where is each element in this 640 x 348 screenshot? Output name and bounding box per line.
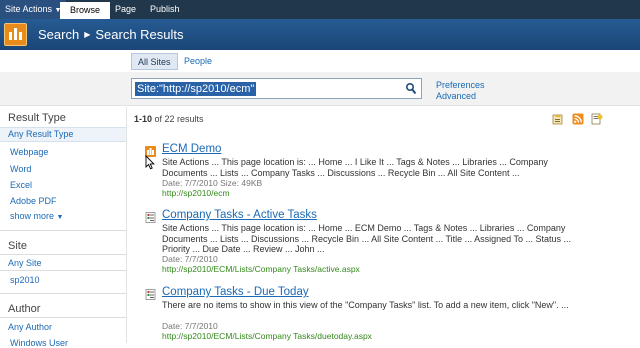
chevron-right-icon: ▶: [84, 30, 91, 39]
result-description: Site Actions ... This page location is: …: [162, 157, 548, 178]
result-meta: Date: 7/7/2010 Size: 49KB: [162, 178, 263, 188]
scope-people[interactable]: People: [178, 53, 218, 70]
show-more-link[interactable]: show more ▼: [10, 211, 63, 221]
results-count: 1-10 of 22 results: [134, 114, 204, 124]
divider: [0, 254, 126, 255]
refiner-heading-site: Site: [8, 240, 27, 252]
result-meta: Date: 7/7/2010: [162, 321, 218, 331]
ribbon-bar: Site Actions ▼ Browse Page Publish: [0, 0, 640, 19]
result-title-link[interactable]: Company Tasks - Due Today: [162, 286, 309, 298]
tab-page[interactable]: Page: [107, 0, 144, 19]
refiner-webpage[interactable]: Webpage: [10, 147, 48, 157]
search-result-3: Company Tasks - Due Today There are no i…: [145, 286, 585, 341]
refiner-windows-user[interactable]: Windows User: [10, 338, 68, 348]
search-scopes: All Sites People: [0, 50, 640, 72]
rss-icon[interactable]: [572, 113, 584, 125]
list-item-icon: [145, 289, 156, 300]
refinement-panel: Result Type Any Result Type Webpage Word…: [0, 107, 127, 348]
page-title: Search Results: [95, 27, 184, 42]
search-input[interactable]: Site:"http://sp2010/ecm": [131, 78, 422, 99]
refiner-any-author[interactable]: Any Author: [8, 322, 52, 332]
search-result-2: Company Tasks - Active Tasks Site Action…: [145, 209, 585, 275]
breadcrumb-search[interactable]: Search: [38, 27, 79, 42]
tab-browse[interactable]: Browse: [60, 2, 111, 19]
divider: [0, 230, 126, 231]
preferences-link[interactable]: Preferences: [436, 80, 485, 91]
results-total: of 22 results: [152, 114, 204, 124]
refiner-heading-result-type: Result Type: [8, 112, 66, 124]
site-actions-label: Site Actions: [5, 4, 53, 14]
search-action-icon[interactable]: [591, 113, 603, 125]
list-item-icon: [145, 212, 156, 223]
tab-publish[interactable]: Publish: [142, 0, 188, 19]
search-result-1: ECM Demo Site Actions ... This page loca…: [145, 143, 585, 199]
result-title-link[interactable]: ECM Demo: [162, 143, 221, 155]
refiner-any-site[interactable]: Any Site: [8, 258, 42, 268]
refiner-word[interactable]: Word: [10, 164, 31, 174]
results-range: 1-10: [134, 114, 153, 124]
mouse-cursor-icon: [145, 155, 155, 170]
refiner-any-result-type[interactable]: Any Result Type: [8, 129, 73, 139]
result-description: There are no items to show in this view …: [162, 300, 569, 310]
refiner-heading-author: Author: [8, 303, 41, 315]
search-alert-icon[interactable]: [552, 113, 564, 125]
result-title-link[interactable]: Company Tasks - Active Tasks: [162, 209, 317, 221]
refiner-sp2010[interactable]: sp2010: [10, 275, 40, 285]
site-logo-icon[interactable]: [4, 23, 27, 46]
divider: [0, 270, 126, 271]
show-more-label: show more: [10, 211, 55, 221]
refiner-adobe-pdf[interactable]: Adobe PDF: [10, 196, 57, 206]
result-url[interactable]: http://sp2010/ECM/Lists/Company Tasks/ac…: [162, 264, 360, 274]
result-url[interactable]: http://sp2010/ECM/Lists/Company Tasks/du…: [162, 331, 372, 341]
divider: [0, 293, 126, 294]
title-bar: Search ▶ Search Results: [0, 19, 640, 50]
breadcrumb: Search ▶ Search Results: [38, 19, 184, 50]
scope-all-sites[interactable]: All Sites: [131, 53, 178, 70]
result-meta: Date: 7/7/2010: [162, 254, 218, 264]
result-description: Site Actions ... This page location is: …: [162, 223, 572, 254]
site-actions-menu[interactable]: Site Actions ▼: [0, 0, 67, 19]
search-query-text: Site:"http://sp2010/ecm": [135, 82, 257, 96]
chevron-down-icon: ▼: [56, 214, 64, 221]
result-url[interactable]: http://sp2010/ecm: [162, 188, 230, 198]
search-icon[interactable]: [405, 82, 417, 95]
search-area: Site:"http://sp2010/ecm" Preferences Adv…: [0, 72, 640, 106]
divider: [0, 317, 126, 318]
advanced-link[interactable]: Advanced: [436, 91, 485, 102]
refiner-excel[interactable]: Excel: [10, 180, 32, 190]
